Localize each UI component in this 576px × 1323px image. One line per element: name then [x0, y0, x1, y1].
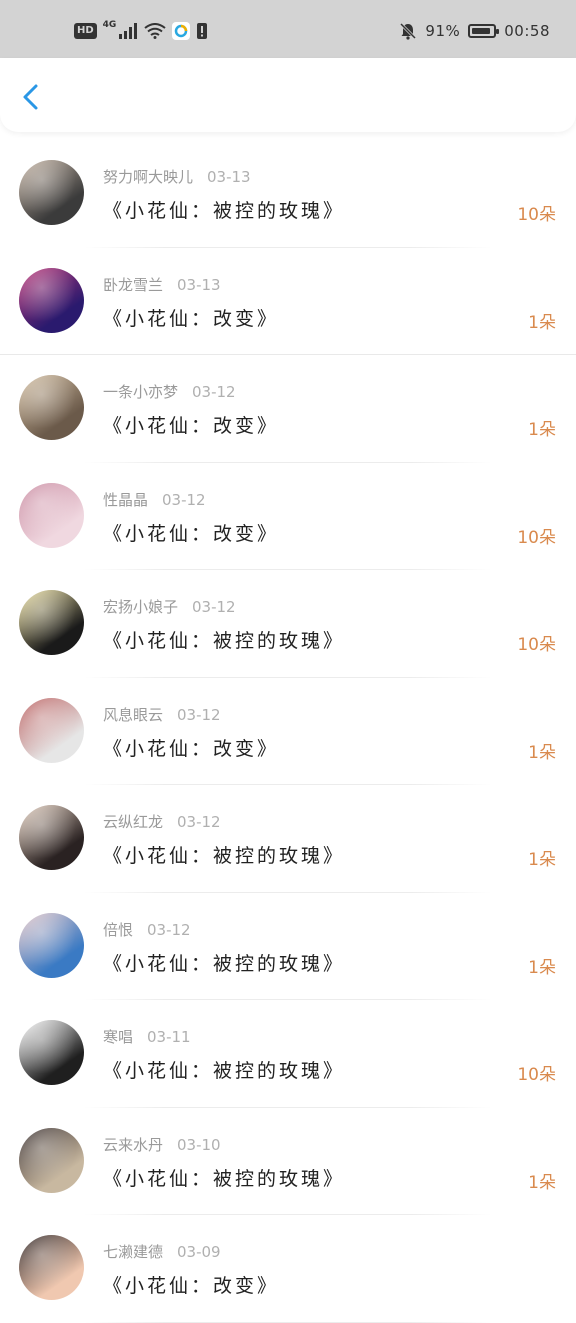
chevron-left-icon: [23, 84, 38, 110]
bell-muted-icon: [400, 22, 417, 40]
gift-count: 1朵: [528, 312, 556, 333]
avatar[interactable]: [19, 912, 84, 978]
avatar[interactable]: [19, 1020, 84, 1085]
list-item[interactable]: 卧龙雪兰 03-13 《小花仙：改变》 1朵: [0, 248, 576, 355]
sim-card-icon: [197, 23, 208, 39]
gift-title: 《小花仙：被控的玫瑰》: [103, 200, 346, 222]
send-date: 03-13: [207, 168, 251, 186]
sender-meta: 卧龙雪兰 03-13: [103, 274, 221, 295]
gift-title: 《小花仙：改变》: [103, 1275, 280, 1297]
app-notification-icon: [172, 22, 191, 40]
gift-title: 《小花仙：改变》: [103, 415, 280, 437]
sender-meta: 云来水丹 03-10: [103, 1134, 221, 1155]
avatar[interactable]: [19, 805, 84, 870]
back-button[interactable]: [16, 80, 50, 114]
list-item[interactable]: 寒唱 03-11 《小花仙：被控的玫瑰》 10朵: [0, 1000, 576, 1108]
sender-name: 一条小亦梦: [103, 383, 179, 401]
avatar[interactable]: [19, 1127, 84, 1193]
send-date: 03-10: [177, 1135, 221, 1154]
list-item[interactable]: 云纵红龙 03-12 《小花仙：被控的玫瑰》 1朵: [0, 785, 576, 893]
send-date: 03-12: [177, 813, 221, 831]
send-date: 03-12: [147, 920, 191, 939]
avatar[interactable]: [19, 267, 84, 333]
avatar[interactable]: [19, 590, 84, 655]
clock: 00:58: [504, 22, 550, 40]
gift-title: 《小花仙：被控的玫瑰》: [103, 630, 346, 652]
send-date: 03-12: [192, 598, 236, 616]
send-date: 03-12: [192, 383, 236, 401]
avatar[interactable]: [19, 375, 84, 440]
sender-name: 宏扬小娘子: [103, 598, 179, 616]
list-item[interactable]: 风息眼云 03-12 《小花仙：改变》 1朵: [0, 678, 576, 785]
gift-count: 10朵: [517, 1065, 556, 1085]
gift-count: 1朵: [528, 1172, 556, 1193]
gift-count: 10朵: [517, 635, 556, 655]
sender-name: 云纵红龙: [103, 813, 164, 831]
gift-count: 1朵: [528, 850, 556, 870]
gift-title: 《小花仙：被控的玫瑰》: [103, 1167, 346, 1190]
list-item[interactable]: 一条小亦梦 03-12 《小花仙：改变》 1朵: [0, 355, 576, 463]
list-item[interactable]: 云来水丹 03-10 《小花仙：被控的玫瑰》 1朵: [0, 1108, 576, 1215]
battery-percent: 91%: [425, 22, 461, 40]
list-item[interactable]: 七濑建德 03-09 《小花仙：改变》: [0, 1215, 576, 1323]
sender-name: 倍恨: [103, 920, 134, 939]
status-right-icons: 91% 00:58: [399, 22, 550, 40]
list-item[interactable]: 倍恨 03-12 《小花仙：被控的玫瑰》 1朵: [0, 893, 576, 1000]
send-date: 03-12: [162, 490, 206, 509]
list-item[interactable]: 宏扬小娘子 03-12 《小花仙：被控的玫瑰》 10朵: [0, 570, 576, 678]
gift-count: 1朵: [528, 742, 556, 763]
sender-name: 七濑建德: [103, 1243, 164, 1261]
signal-icon: [119, 23, 138, 39]
sender-meta: 七濑建德 03-09: [103, 1241, 221, 1262]
send-date: 03-13: [177, 275, 221, 294]
sender-meta: 倍恨 03-12: [103, 919, 191, 940]
sender-meta: 性晶晶 03-12: [103, 489, 206, 510]
sender-name: 风息眼云: [103, 705, 164, 724]
sender-name: 寒唱: [103, 1028, 134, 1046]
gift-title: 《小花仙：改变》: [103, 307, 280, 330]
gift-count: 10朵: [517, 205, 556, 225]
gift-record-list: 努力啊大映儿 03-13 《小花仙：被控的玫瑰》 10朵 卧龙雪兰 03-13 《小花仙：改…: [0, 140, 576, 1323]
battery-icon: [468, 24, 500, 38]
divider: [84, 1321, 492, 1323]
network-type: 4G: [102, 20, 117, 30]
sender-name: 性晶晶: [103, 490, 149, 509]
gift-title: 《小花仙：被控的玫瑰》: [103, 845, 346, 867]
gift-title: 《小花仙：改变》: [103, 737, 280, 760]
sender-meta: 云纵红龙 03-12: [103, 811, 221, 832]
gift-count: 1朵: [528, 420, 556, 440]
sender-meta: 宏扬小娘子 03-12: [103, 596, 236, 617]
gift-title: 《小花仙：被控的玫瑰》: [103, 952, 346, 975]
sender-meta: 寒唱 03-11: [103, 1026, 191, 1047]
gift-title: 《小花仙：改变》: [103, 522, 280, 545]
avatar[interactable]: [19, 1235, 84, 1300]
wifi-icon: [144, 23, 166, 39]
sender-name: 努力啊大映儿: [103, 168, 194, 186]
sender-meta: 风息眼云 03-12: [103, 704, 221, 725]
avatar[interactable]: [19, 482, 84, 548]
gift-title: 《小花仙：被控的玫瑰》: [103, 1060, 346, 1082]
list-item[interactable]: 努力啊大映儿 03-13 《小花仙：被控的玫瑰》 10朵: [0, 140, 576, 248]
sender-meta: 一条小亦梦 03-12: [103, 381, 236, 402]
gift-count: 10朵: [517, 527, 556, 548]
list-item[interactable]: 性晶晶 03-12 《小花仙：改变》 10朵: [0, 463, 576, 570]
sender-name: 卧龙雪兰: [103, 275, 164, 294]
sender-name: 云来水丹: [103, 1135, 164, 1154]
gift-count: 1朵: [528, 957, 556, 978]
top-nav-bar: [0, 58, 576, 132]
sender-meta: 努力啊大映儿 03-13: [103, 166, 251, 187]
status-left-icons: HD 4G: [74, 20, 208, 40]
avatar[interactable]: [19, 160, 84, 225]
battery-level: [472, 28, 491, 34]
hd-badge: HD: [74, 23, 97, 39]
status-bar: HD 4G 91% 00:58: [0, 0, 576, 60]
avatar[interactable]: [19, 697, 84, 763]
send-date: 03-11: [147, 1028, 191, 1046]
send-date: 03-12: [177, 705, 221, 724]
send-date: 03-09: [177, 1243, 221, 1261]
